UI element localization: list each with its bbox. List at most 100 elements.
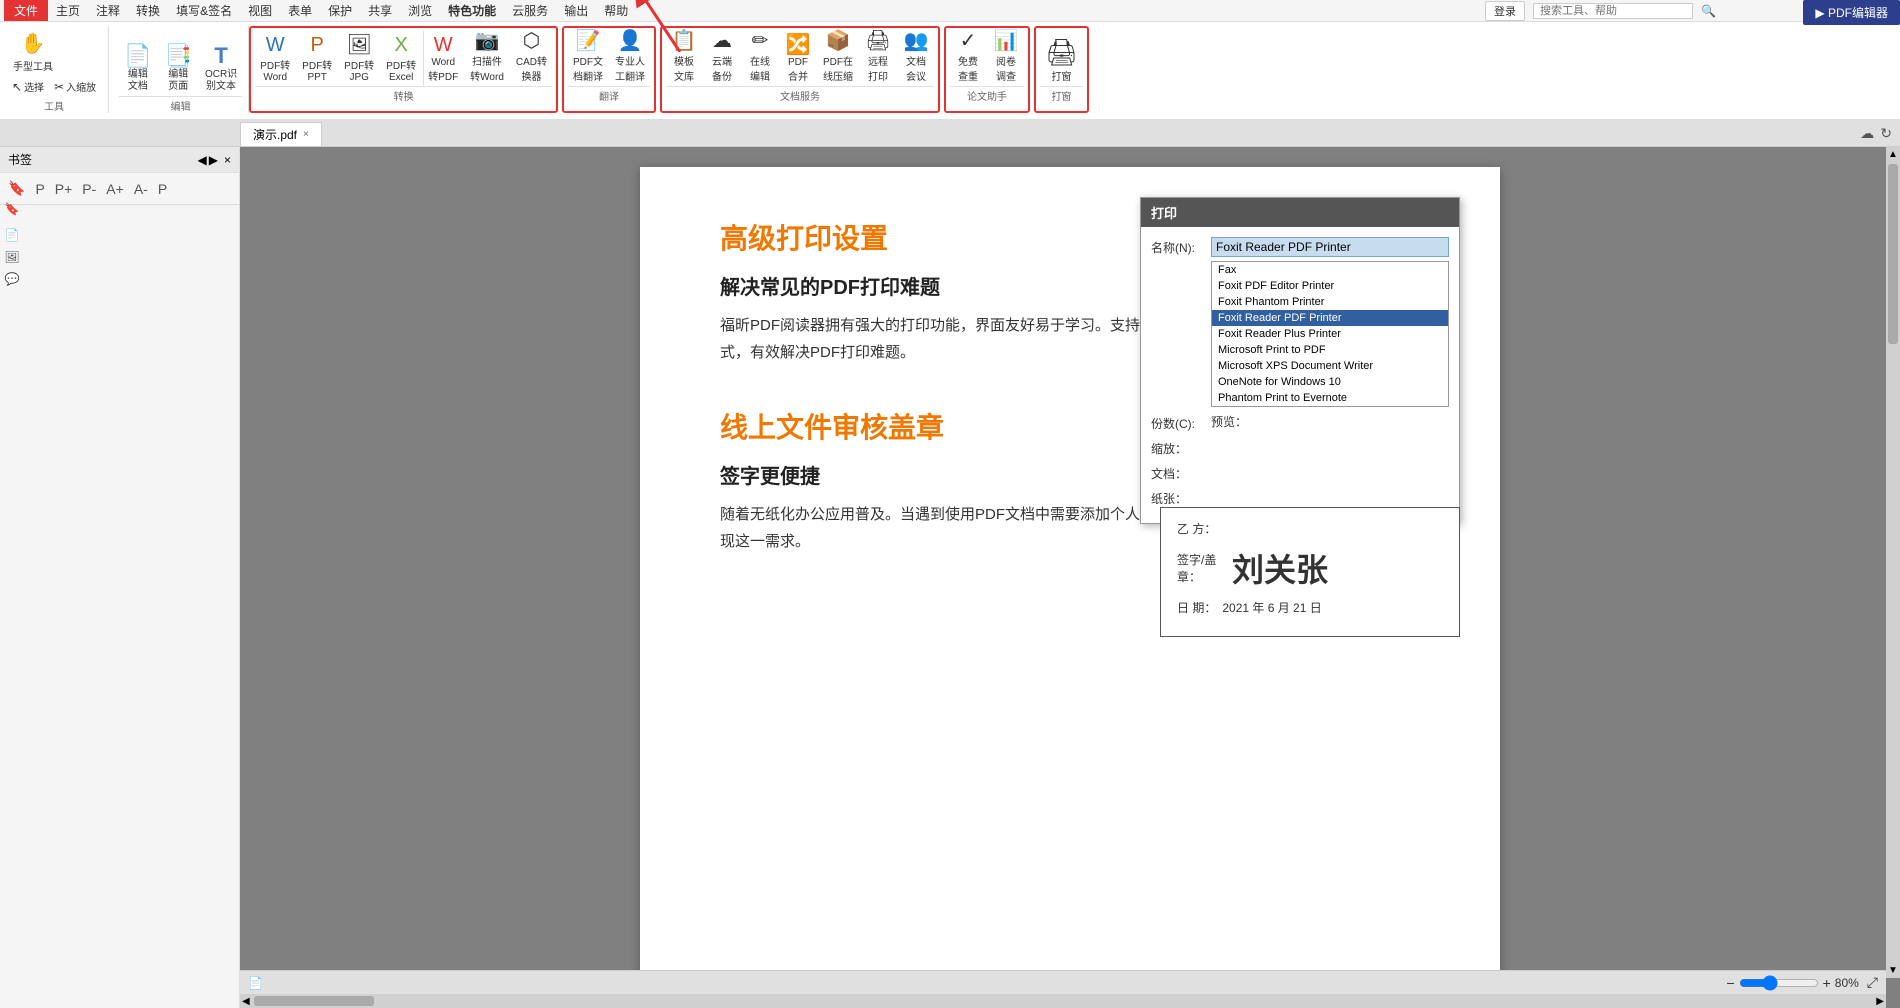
menu-forms[interactable]: 表单: [280, 0, 320, 21]
tab-close-button[interactable]: ×: [303, 129, 309, 140]
pdf-to-word-button[interactable]: W PDF转 Word: [255, 30, 295, 86]
print-name-input[interactable]: [1211, 237, 1449, 257]
menu-annotate[interactable]: 注释: [88, 0, 128, 21]
menu-file[interactable]: 文件: [4, 0, 48, 21]
scrollbar-left-button[interactable]: ◀: [240, 996, 252, 1007]
doc-meeting-button[interactable]: 👥 文档 会议: [898, 30, 934, 86]
pdf-to-excel-button[interactable]: X PDF转 Excel: [381, 30, 421, 86]
free-check-button[interactable]: ✓ 免费 查重: [950, 30, 986, 86]
sidebar-close-button[interactable]: ×: [224, 153, 231, 167]
edit-page-button[interactable]: 📑 编辑 页面: [160, 40, 197, 96]
printer-ms-xps[interactable]: Microsoft XPS Document Writer: [1212, 358, 1448, 374]
pdf-to-jpg-button[interactable]: 🖼 PDF转 JPG: [339, 30, 379, 86]
menu-share[interactable]: 共享: [360, 0, 400, 21]
printer-phantom-evernote[interactable]: Phantom Print to Evernote: [1212, 390, 1448, 406]
scrollbar-vertical[interactable]: ▲ ▼: [1886, 147, 1900, 978]
menu-output[interactable]: 输出: [556, 0, 596, 21]
sig-date-label: 日 期：: [1177, 599, 1216, 616]
add-bookmark-icon[interactable]: P: [31, 178, 48, 200]
print-name-row: 名称(N): Fax Foxit PDF Editor Printer Foxi…: [1151, 237, 1449, 407]
hand-tool-label: 手型工具: [13, 58, 53, 73]
bookmark-down-icon[interactable]: P-: [78, 178, 100, 200]
search-icon[interactable]: 🔍: [1701, 4, 1716, 18]
active-tab[interactable]: 演示.pdf ×: [240, 122, 322, 146]
cloud-icon[interactable]: ☁: [1860, 125, 1874, 142]
select-tool-button[interactable]: ↖ 选择: [8, 76, 48, 97]
main-layout: 书签 ◀ ▶ × 🔖 P P+ P- A+ A- P 🔖 📄 🖼 💬: [0, 147, 1900, 1008]
scan-to-word-button[interactable]: 📷 扫描件 转Word: [465, 30, 509, 86]
pdf-to-ppt-button[interactable]: P PDF转 PPT: [297, 30, 337, 86]
pdf-translate-button[interactable]: 📝 PDF文 档翻译: [568, 30, 608, 86]
zoom-slider[interactable]: [1739, 975, 1819, 991]
menu-browse[interactable]: 浏览: [400, 0, 440, 21]
side-panel-icon-3[interactable]: 🖼: [2, 247, 22, 267]
printer-ms-pdf[interactable]: Microsoft Print to PDF: [1212, 342, 1448, 358]
edit-doc-button[interactable]: 📄 编辑 文档: [119, 40, 156, 96]
menu-view[interactable]: 视图: [240, 0, 280, 21]
sidebar-prev-button[interactable]: ◀: [198, 153, 207, 167]
scrollbar-up-button[interactable]: ▲: [1886, 147, 1900, 162]
cloud-backup-button[interactable]: ☁ 云端 备份: [704, 30, 740, 86]
font-increase-icon[interactable]: A+: [102, 178, 128, 200]
fullscreen-button[interactable]: ⤢: [1867, 974, 1878, 991]
reading-survey-button[interactable]: 📊 阅卷 调查: [988, 30, 1024, 86]
menu-home[interactable]: 主页: [48, 0, 88, 21]
word-to-pdf-button[interactable]: W Word 转PDF: [423, 30, 463, 86]
edit-page-label: 编辑 页面: [168, 69, 188, 93]
scrollbar-thumb[interactable]: [1888, 164, 1898, 344]
search-input[interactable]: [1533, 3, 1693, 19]
pdf-merge-button[interactable]: 🔀 PDF 合并: [780, 30, 816, 86]
menu-cloud[interactable]: 云服务: [504, 0, 556, 21]
printer-foxit-reader[interactable]: Foxit Reader PDF Printer: [1212, 310, 1448, 326]
sidebar-next-button[interactable]: ▶: [209, 153, 218, 167]
printer-foxit-editor[interactable]: Foxit PDF Editor Printer: [1212, 278, 1448, 294]
hand-tool-button[interactable]: ✋ 手型工具: [8, 26, 58, 76]
ocr-button[interactable]: T OCR识 别文本: [200, 40, 242, 96]
side-panel-icon-4[interactable]: 💬: [2, 269, 22, 289]
scrollbar-horizontal[interactable]: ◀ ▶: [240, 994, 1886, 1008]
zoom-minus-button[interactable]: −: [1726, 975, 1734, 991]
menu-features[interactable]: 特色功能: [440, 0, 504, 21]
paper-assistant-label: 论文助手: [950, 86, 1024, 103]
print-paper-row: 纸张：: [1151, 488, 1449, 507]
online-edit-button[interactable]: ✏ 在线 编辑: [742, 30, 778, 86]
font-decrease-icon[interactable]: A-: [130, 178, 152, 200]
scrollbar-h-thumb[interactable]: [254, 996, 374, 1006]
pdf-word-label: PDF转 Word: [260, 57, 290, 83]
print-window-icon: 🖨: [1045, 37, 1078, 68]
sync-icon[interactable]: ↻: [1880, 125, 1892, 142]
remote-print-button[interactable]: 🖨 远程 打印: [860, 30, 896, 86]
menu-fill-sign[interactable]: 填写&签名: [168, 0, 240, 21]
scrollbar-down-button[interactable]: ▼: [1886, 963, 1900, 978]
bookmark-settings-icon[interactable]: P: [154, 178, 171, 200]
menu-convert[interactable]: 转换: [128, 0, 168, 21]
ribbon-toolbar: ✋ 手型工具 ↖ 选择 ✂ 入缩放 工具 📄 编辑: [0, 22, 1900, 121]
printer-onenote[interactable]: OneNote for Windows 10: [1212, 374, 1448, 390]
print-window-button[interactable]: 🖨 打窗: [1040, 30, 1083, 86]
printer-foxit-reader-plus[interactable]: Foxit Reader Plus Printer: [1212, 326, 1448, 342]
pdf-merge-icon: 🔀: [786, 32, 811, 57]
sidebar-header: 书签 ◀ ▶ ×: [0, 147, 239, 173]
side-panel-icon-2[interactable]: 📄: [2, 225, 22, 245]
bookmark-up-icon[interactable]: P+: [51, 178, 77, 200]
login-button[interactable]: 登录: [1485, 1, 1525, 21]
cloud-backup-label: 云端 备份: [712, 53, 732, 83]
pdf-jpg-label: PDF转 JPG: [344, 57, 374, 83]
pdf-compress-button[interactable]: 📦 PDF在 线压缩: [818, 30, 858, 86]
convert-section-label: 转换: [255, 86, 552, 103]
zoom-plus-button[interactable]: +: [1823, 975, 1831, 991]
select-icon: ↖: [12, 80, 22, 94]
doc-service-label: 文档服务: [666, 86, 934, 103]
menu-protect[interactable]: 保护: [320, 0, 360, 21]
printer-foxit-phantom[interactable]: Foxit Phantom Printer: [1212, 294, 1448, 310]
side-panel-icon-1[interactable]: 🔖: [2, 199, 22, 219]
scrollbar-right-button[interactable]: ▶: [1874, 996, 1886, 1007]
convert-group-wrapper: W PDF转 Word P PDF转 PPT 🖼 PDF转 JPG X PDF转…: [249, 26, 558, 113]
printer-fax[interactable]: Fax: [1212, 262, 1448, 278]
edit-doc-icon: 📄: [124, 43, 151, 69]
paper-assistant-wrapper: ✓ 免费 查重 📊 阅卷 调查 论文助手: [944, 26, 1030, 113]
status-bar: 📄 − + 80% ⤢: [240, 970, 1886, 994]
edit-page-icon: 📑: [165, 43, 192, 69]
cad-converter-button[interactable]: ⬡ CAD转 换器: [511, 30, 552, 86]
cut-tool-button[interactable]: ✂ 入缩放: [50, 76, 100, 97]
